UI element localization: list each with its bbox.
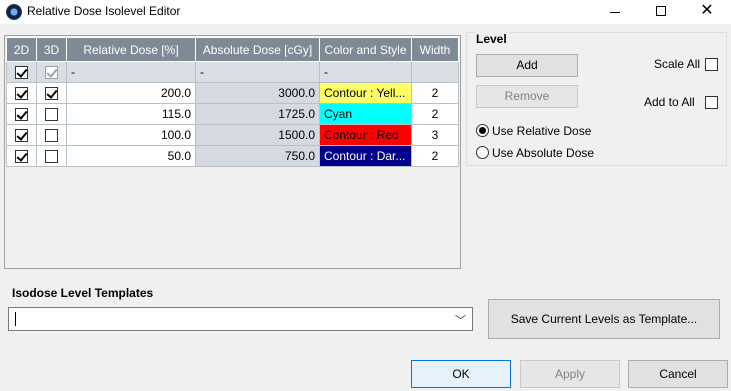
isolevel-table: 2D 3D Relative Dose [%] Absolute Dose [c… [6, 37, 459, 167]
show-2d-checkbox[interactable] [15, 129, 28, 143]
absolute-dose-cell[interactable]: 750.0 [195, 145, 320, 167]
add-to-all-label: Add to All [644, 95, 695, 109]
table-row[interactable]: 200.0 3000.0 Contour : Yell... 2 [6, 82, 459, 104]
absolute-dose-cell[interactable]: 1500.0 [195, 124, 320, 146]
cancel-button[interactable]: Cancel [628, 360, 728, 388]
width-cell[interactable]: 2 [411, 103, 459, 125]
add-level-button[interactable]: Add [476, 54, 578, 77]
scale-all-label: Scale All [654, 57, 701, 71]
relative-dose-cell[interactable]: - [66, 61, 196, 83]
show-3d-checkbox[interactable] [45, 66, 58, 80]
absolute-dose-cell[interactable]: - [195, 61, 320, 83]
app-icon [6, 4, 22, 20]
relative-dose-cell[interactable]: 115.0 [66, 103, 196, 125]
ok-button[interactable]: OK [411, 360, 511, 388]
width-cell[interactable]: 3 [411, 124, 459, 146]
show-3d-cell [36, 124, 67, 146]
relative-dose-cell[interactable]: 200.0 [66, 82, 196, 104]
templates-label: Isodose Level Templates [12, 286, 154, 300]
chevron-down-icon[interactable]: ﹀ [455, 312, 466, 328]
show-2d-checkbox[interactable] [15, 150, 28, 164]
color-style-cell[interactable]: - [319, 61, 412, 83]
use-relative-dose-label: Use Relative Dose [492, 124, 592, 138]
show-3d-checkbox[interactable] [45, 129, 58, 143]
scale-all-checkbox[interactable] [705, 58, 718, 71]
column-header-absolute-dose[interactable]: Absolute Dose [cGy] [195, 37, 320, 62]
show-3d-checkbox[interactable] [45, 150, 58, 164]
color-style-cell[interactable]: Contour : Red [319, 124, 412, 146]
show-2d-cell [6, 145, 37, 167]
minimize-button[interactable] [592, 0, 638, 24]
show-3d-cell [36, 145, 67, 167]
maximize-icon [656, 6, 666, 16]
show-2d-checkbox[interactable] [15, 87, 28, 101]
column-header-3d[interactable]: 3D [36, 37, 67, 62]
isolevel-grid[interactable]: 2D 3D Relative Dose [%] Absolute Dose [c… [4, 35, 461, 269]
show-2d-cell [6, 103, 37, 125]
text-caret [15, 312, 16, 326]
table-row[interactable]: 50.0 750.0 Contour : Dar... 2 [6, 145, 459, 167]
show-2d-checkbox[interactable] [15, 108, 28, 122]
maximize-button[interactable] [638, 0, 684, 24]
title-bar: Relative Dose Isolevel Editor ✕ [0, 0, 731, 24]
column-header-2d[interactable]: 2D [6, 37, 37, 62]
column-header-color-style[interactable]: Color and Style [319, 37, 412, 62]
column-header-width[interactable]: Width [411, 37, 459, 62]
use-absolute-dose-label: Use Absolute Dose [492, 146, 595, 160]
use-absolute-dose-radio[interactable] [476, 146, 489, 159]
level-group-title: Level [474, 32, 509, 46]
show-2d-cell [6, 61, 37, 83]
color-style-cell[interactable]: Contour : Yell... [319, 82, 412, 104]
show-2d-cell [6, 124, 37, 146]
width-cell[interactable]: 2 [411, 82, 459, 104]
show-2d-cell [6, 82, 37, 104]
table-row[interactable]: 100.0 1500.0 Contour : Red 3 [6, 124, 459, 146]
table-header-row: 2D 3D Relative Dose [%] Absolute Dose [c… [6, 37, 459, 62]
absolute-dose-cell[interactable]: 1725.0 [195, 103, 320, 125]
table-row[interactable]: 115.0 1725.0 Cyan 2 [6, 103, 459, 125]
color-style-cell[interactable]: Cyan [319, 103, 412, 125]
column-header-relative-dose[interactable]: Relative Dose [%] [66, 37, 196, 62]
width-cell[interactable] [411, 61, 459, 83]
use-relative-dose-radio[interactable] [476, 124, 489, 137]
show-3d-cell [36, 82, 67, 104]
apply-button[interactable]: Apply [520, 360, 620, 388]
relative-dose-cell[interactable]: 100.0 [66, 124, 196, 146]
close-button[interactable]: ✕ [684, 0, 730, 24]
table-row[interactable]: --- [6, 61, 459, 83]
templates-combobox[interactable]: ﹀ [8, 307, 473, 331]
close-icon: ✕ [700, 2, 714, 19]
window-title: Relative Dose Isolevel Editor [27, 4, 181, 18]
absolute-dose-cell[interactable]: 3000.0 [195, 82, 320, 104]
show-3d-cell [36, 103, 67, 125]
show-3d-cell [36, 61, 67, 83]
show-3d-checkbox[interactable] [45, 87, 58, 101]
show-3d-checkbox[interactable] [45, 108, 58, 122]
minimize-icon [610, 11, 620, 13]
save-template-button[interactable]: Save Current Levels as Template... [488, 299, 720, 339]
relative-dose-cell[interactable]: 50.0 [66, 145, 196, 167]
color-style-cell[interactable]: Contour : Dar... [319, 145, 412, 167]
show-2d-checkbox[interactable] [15, 66, 28, 80]
add-to-all-checkbox[interactable] [705, 96, 718, 109]
width-cell[interactable]: 2 [411, 145, 459, 167]
remove-level-button[interactable]: Remove [476, 85, 578, 108]
